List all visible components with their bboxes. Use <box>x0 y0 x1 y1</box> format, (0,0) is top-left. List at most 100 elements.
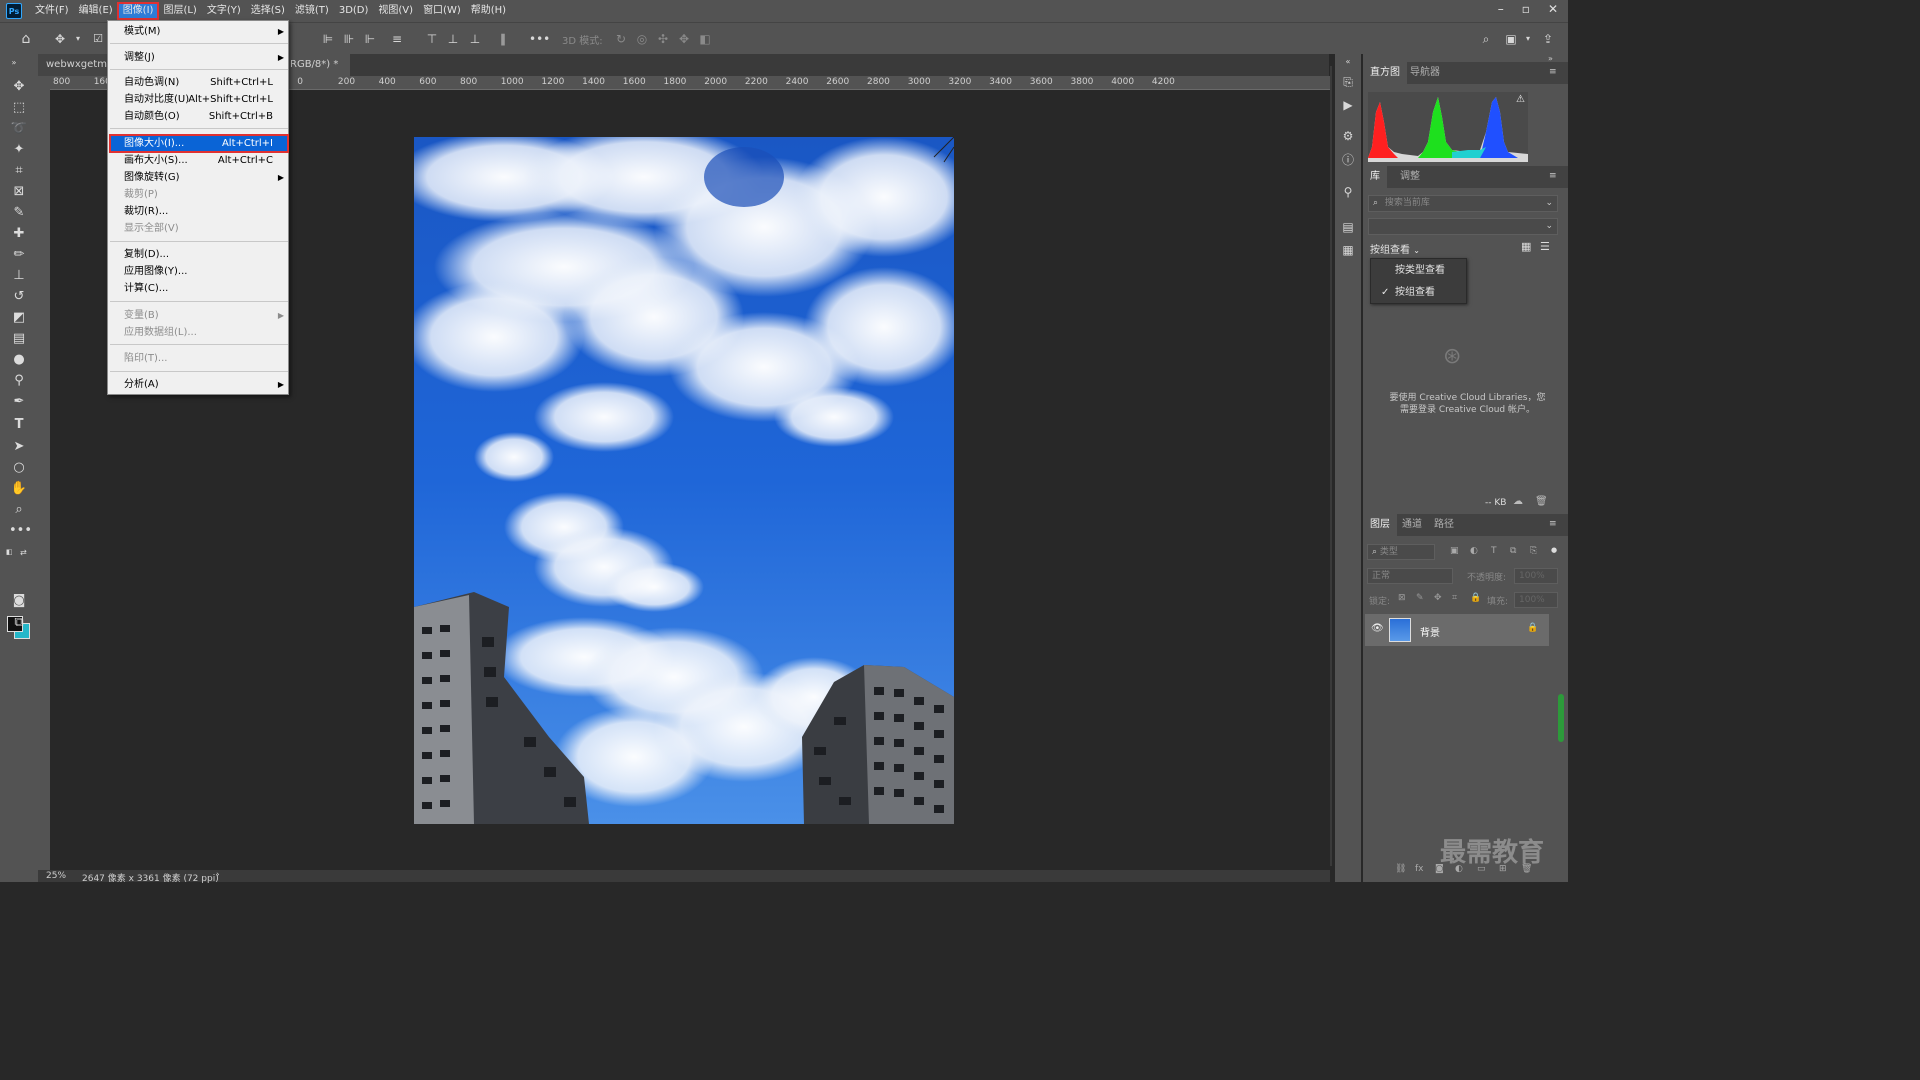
menu-item-auto-color[interactable]: 自动颜色(O) Shift+Ctrl+B <box>109 108 289 125</box>
menu-item-auto-contrast[interactable]: 自动对比度(U) Alt+Shift+Ctrl+L <box>109 91 289 108</box>
align-center-icon[interactable]: ⊪ <box>341 31 357 47</box>
tab-adjustments[interactable]: 调整 <box>1393 166 1427 188</box>
type-tool-icon[interactable]: T <box>9 416 29 434</box>
menu-file[interactable]: 文件(F) <box>30 3 74 19</box>
menu-item-duplicate[interactable]: 复制(D)... <box>109 246 289 263</box>
group-view-button[interactable]: 按组查看 ⌄ <box>1370 241 1420 256</box>
canvas-scrollbar[interactable] <box>1330 66 1332 866</box>
gradient-tool-icon[interactable]: ▤ <box>9 330 29 348</box>
healing-brush-tool-icon[interactable]: ✚ <box>9 225 29 243</box>
history-panel-icon[interactable]: ⎘ <box>1340 74 1356 90</box>
home-icon[interactable]: ⌂ <box>18 31 34 47</box>
status-menu-arrow-icon[interactable]: › <box>216 870 220 880</box>
menu-filter[interactable]: 滤镜(T) <box>290 3 334 19</box>
minimize-icon[interactable]: – <box>1498 2 1504 16</box>
quick-mask-icon[interactable]: ◙ <box>9 592 29 610</box>
menu-select[interactable]: 选择(S) <box>246 3 290 19</box>
panel-menu-icon[interactable]: ≡ <box>1549 171 1557 181</box>
panel-menu-icon[interactable]: ≡ <box>1549 67 1557 77</box>
clone-stamp-tool-icon[interactable]: ⊥ <box>9 267 29 285</box>
path-selection-tool-icon[interactable]: ➤ <box>9 438 29 456</box>
zoom-tool-icon[interactable]: ⌕ <box>9 501 29 519</box>
pen-tool-icon[interactable]: ✒ <box>9 393 29 411</box>
info-icon[interactable]: ⓘ <box>1340 152 1356 168</box>
align-left-icon[interactable]: ⊫ <box>320 31 336 47</box>
paragraph-panel-icon[interactable]: ▤ <box>1340 219 1356 235</box>
layer-lock-icon[interactable]: 🔒 <box>1527 623 1538 633</box>
magic-wand-tool-icon[interactable]: ✦ <box>9 141 29 159</box>
history-brush-tool-icon[interactable]: ↺ <box>9 288 29 306</box>
eyedropper-tool-icon[interactable]: ✎ <box>9 204 29 222</box>
crop-tool-icon[interactable]: ⌗ <box>9 162 29 180</box>
brush-tool-icon[interactable]: ✏ <box>9 246 29 264</box>
layer-style-fx-icon[interactable]: fx <box>1415 864 1424 874</box>
zoom-level[interactable]: 25% <box>46 871 66 881</box>
tab-histogram[interactable]: 直方图 <box>1363 62 1407 84</box>
trash-icon[interactable]: 🗑 <box>1535 496 1548 507</box>
lock-transparent-icon[interactable]: ⊠ <box>1398 593 1406 603</box>
opacity-input[interactable]: 100% <box>1514 568 1558 584</box>
workspace-icon[interactable]: ▣ <box>1503 31 1519 47</box>
chevron-down-icon[interactable]: ⌄ <box>1545 196 1553 210</box>
3d-roll-icon[interactable]: ◎ <box>634 31 650 47</box>
layer-row-background[interactable]: 👁 背景 🔒 <box>1365 614 1549 646</box>
menu-item-canvas-size[interactable]: 画布大小(S)... Alt+Ctrl+C <box>109 152 289 169</box>
dodge-tool-icon[interactable]: ⚲ <box>9 372 29 390</box>
hand-tool-icon[interactable]: ✋ <box>9 480 29 498</box>
align-top-icon[interactable]: ⊤ <box>424 31 440 47</box>
cloud-sync-icon[interactable]: ☁ <box>1513 496 1523 507</box>
lasso-tool-icon[interactable]: ➰ <box>9 120 29 138</box>
close-icon[interactable]: ✕ <box>1548 2 1558 16</box>
menu-item-image-rotation[interactable]: 图像旋转(G) ▶ <box>109 169 289 186</box>
distribute-vertical-icon[interactable]: ∥ <box>495 31 511 47</box>
collapse-toolbar-icon[interactable]: » <box>4 54 24 72</box>
menu-layer[interactable]: 图层(L) <box>158 3 201 19</box>
3d-slide-icon[interactable]: ✥ <box>676 31 692 47</box>
menu-window[interactable]: 窗口(W) <box>418 3 466 19</box>
library-search-input[interactable]: ⌕ 搜索当前库 ⌄ <box>1368 195 1558 212</box>
swap-colors-icon[interactable]: ⇄ <box>20 548 30 557</box>
layer-filter-select[interactable]: ⌕ 类型 <box>1367 544 1435 560</box>
menu-item-adjustments[interactable]: 调整(J) ▶ <box>109 49 289 66</box>
character-panel-icon[interactable]: ⚲ <box>1340 184 1356 200</box>
properties-panel-icon[interactable]: ⚙ <box>1340 128 1356 144</box>
fill-input[interactable]: 100% <box>1514 592 1558 608</box>
grid-view-icon[interactable]: ▦ <box>1521 240 1531 253</box>
menu-view[interactable]: 视图(V) <box>373 3 418 19</box>
3d-orbit-icon[interactable]: ↻ <box>613 31 629 47</box>
share-icon[interactable]: ⇪ <box>1540 31 1556 47</box>
menu-item-auto-tone[interactable]: 自动色调(N) Shift+Ctrl+L <box>109 74 289 91</box>
lock-all-icon[interactable]: 🔒 <box>1470 593 1481 603</box>
panel-scrollbar-thumb[interactable] <box>1558 694 1564 742</box>
vertical-ruler[interactable] <box>34 90 50 870</box>
screen-mode-icon[interactable]: ⧉ <box>9 614 29 632</box>
eraser-tool-icon[interactable]: ◩ <box>9 309 29 327</box>
view-by-type-option[interactable]: 按类型查看 <box>1371 261 1466 281</box>
auto-select-checkbox-icon[interactable]: ☑ <box>90 31 106 47</box>
notes-panel-icon[interactable]: ▦ <box>1340 242 1356 258</box>
visibility-eye-icon[interactable]: 👁 <box>1371 623 1384 634</box>
tab-paths[interactable]: 路径 <box>1427 514 1461 536</box>
3d-camera-icon[interactable]: ◧ <box>697 31 713 47</box>
tab-channels[interactable]: 通道 <box>1395 514 1429 536</box>
move-tool-icon[interactable]: ✥ <box>9 78 29 96</box>
edit-toolbar-icon[interactable]: ••• <box>9 522 32 540</box>
panel-menu-icon[interactable]: ≡ <box>1549 519 1557 529</box>
align-right-icon[interactable]: ⊩ <box>362 31 378 47</box>
document-tab-2[interactable]: RGB/8*) * × <box>282 54 350 92</box>
document-tab-1[interactable]: webwxgetmsg <box>38 54 108 76</box>
move-tool-icon[interactable]: ✥ <box>52 31 68 47</box>
filter-shape-icon[interactable]: ⧉ <box>1510 546 1516 556</box>
link-layers-icon[interactable]: ⛓ <box>1395 864 1406 874</box>
collapse-panels-icon[interactable]: « <box>1340 54 1356 70</box>
distribute-icon[interactable]: ≡ <box>389 31 405 47</box>
lock-image-icon[interactable]: ✎ <box>1416 593 1424 603</box>
filter-toggle-icon[interactable]: ● <box>1551 546 1557 554</box>
blur-tool-icon[interactable]: ● <box>9 351 29 369</box>
marquee-tool-icon[interactable]: ⬚ <box>9 99 29 117</box>
menu-image[interactable]: 图像(I) <box>116 2 160 20</box>
actions-play-icon[interactable]: ▶ <box>1340 97 1356 113</box>
ruler-origin[interactable] <box>34 76 50 90</box>
menu-item-mode[interactable]: 模式(M) ▶ <box>109 23 289 40</box>
blend-mode-select[interactable]: 正常 <box>1367 568 1453 584</box>
